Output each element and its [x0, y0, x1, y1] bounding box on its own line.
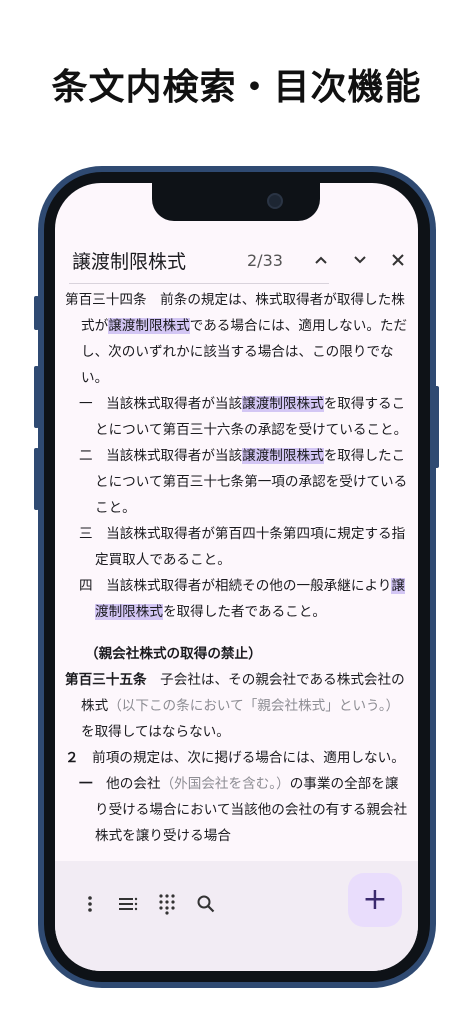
article-134-item-3: 三 当該株式取得者が第百四十条第四項に規定する指定買取人であること。: [65, 521, 410, 573]
power-button: [434, 386, 439, 468]
paragraph-number: ２: [65, 750, 79, 766]
article-135-paragraph-2: ２ 前項の規定は、次に掲げる場合には、適用しない。: [65, 745, 410, 771]
article-134-item-4: 四 当該株式取得者が相続その他の一般承継により譲渡制限株式を取得した者であること…: [65, 573, 410, 625]
text-span: 他の会社: [92, 776, 161, 792]
item-number: 二: [79, 448, 93, 464]
list-icon[interactable]: [113, 889, 143, 919]
add-button[interactable]: +: [348, 873, 402, 927]
text-span: 当該株式取得者が当該: [92, 396, 243, 412]
item-number: 一: [79, 776, 93, 792]
mute-switch: [34, 296, 39, 330]
text-span: 前項の規定は、次に掲げる場合には、適用しない。: [78, 750, 405, 766]
item-number: 四: [79, 578, 93, 594]
article-caption: （親会社株式の取得の禁止）: [85, 646, 262, 662]
chevron-up-icon[interactable]: [308, 247, 334, 273]
search-icon[interactable]: [191, 889, 221, 919]
camera-icon: [267, 193, 283, 209]
item-number: 三: [79, 526, 93, 542]
app-screen: 譲渡制限株式 2/33 第百三十四条 前条の規定は、株式取得者が取得した株式が譲…: [55, 183, 418, 971]
more-vertical-icon[interactable]: [75, 889, 105, 919]
page-headline: 条文内検索・目次機能: [51, 67, 422, 108]
search-highlight[interactable]: 譲渡制限株式: [242, 396, 324, 412]
text-span: を取得した者であること。: [162, 604, 326, 620]
chevron-down-icon[interactable]: [347, 247, 373, 273]
muted-text: （以下この条において「親会社株式」という。）: [108, 698, 400, 714]
article-134-item-1: 一 当該株式取得者が当該譲渡制限株式を取得することについて第百三十六条の承認を受…: [65, 391, 410, 443]
volume-down-button: [34, 448, 39, 510]
close-icon[interactable]: [385, 247, 411, 273]
law-text: 第百三十四条 前条の規定は、株式取得者が取得した株式が譲渡制限株式である場合には…: [65, 287, 410, 862]
volume-up-button: [34, 366, 39, 428]
search-bar: 譲渡制限株式 2/33: [55, 239, 418, 284]
text-span: 当該株式取得者が当該: [92, 448, 243, 464]
search-highlight[interactable]: 譲渡制限株式: [242, 448, 324, 464]
plus-icon: +: [362, 882, 388, 917]
search-underline: [69, 283, 329, 284]
article-number: 第百三十五条: [65, 672, 147, 688]
match-counter: 2/33: [247, 251, 283, 270]
item-number: 一: [79, 396, 93, 412]
article-135: 第百三十五条 子会社は、その親会社である株式会社の株式（以下この条において「親会…: [65, 667, 410, 745]
text-span: 当該株式取得者が第百四十条第四項に規定する指定買取人であること。: [92, 526, 406, 568]
muted-text: （外国会社を含む。）: [160, 776, 290, 792]
article-134: 第百三十四条 前条の規定は、株式取得者が取得した株式が譲渡制限株式である場合には…: [65, 287, 410, 391]
article-134-item-2: 二 当該株式取得者が当該譲渡制限株式を取得したことについて第百三十七条第一項の承…: [65, 443, 410, 521]
search-highlight[interactable]: 譲渡制限株式: [108, 318, 190, 334]
search-input[interactable]: 譲渡制限株式: [72, 247, 186, 274]
bottom-app-bar: +: [55, 861, 418, 971]
grid-icon[interactable]: [152, 889, 182, 919]
text-span: 当該株式取得者が相続その他の一般承継により: [92, 578, 392, 594]
text-span: を取得してはならない。: [81, 724, 230, 740]
article-number: 第百三十四条: [65, 292, 147, 308]
notch: [152, 183, 320, 221]
article-135-item-1: 一 他の会社（外国会社を含む。）の事業の全部を譲り受ける場合において当該他の会社…: [65, 771, 410, 849]
